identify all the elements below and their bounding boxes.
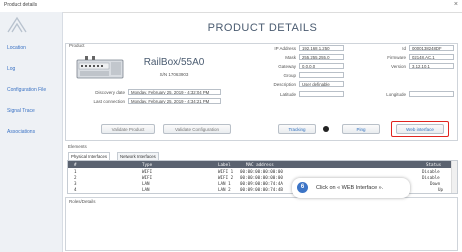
column-header: Status [426, 162, 442, 167]
table-cell: 00:00:00:00:00:00 [240, 169, 283, 174]
roles-details-group: Roles/Details [65, 197, 458, 251]
product-group: Product RailBox/55A0 S/N 17063903 Discov… [65, 43, 458, 141]
gateway-label: Gateway [278, 64, 296, 69]
mask-label: Mask [285, 55, 296, 60]
tab-physical-interfaces[interactable]: Physical Interfaces [68, 152, 111, 160]
sidebar-item-location[interactable]: Location [7, 45, 26, 51]
table-cell: 4 [74, 187, 77, 192]
product-serial: S/N 17063903 [159, 72, 189, 77]
id-label: Id [402, 46, 406, 51]
last-connection-label: Last connection [93, 99, 125, 104]
sidebar-item-associations[interactable]: Associations [7, 129, 35, 135]
table-cell: LAN [142, 187, 150, 192]
version-label: Version [390, 64, 406, 69]
group-label: Group [283, 73, 296, 78]
page-title: PRODUCT DETAILS [207, 22, 318, 34]
ip-address-field[interactable]: 192.168.1.250 [299, 45, 344, 51]
validate-configuration-button[interactable]: Validate Configuration [163, 124, 231, 134]
latitude-label: Latitude [279, 92, 296, 97]
description-label: Description [273, 82, 296, 87]
sidebar: Location Log Configuration File Signal T… [0, 12, 63, 252]
table-cell: WIFI [142, 175, 153, 180]
column-header: Type [142, 162, 153, 167]
mask-field[interactable]: 255.255.255.0 [299, 54, 344, 60]
firmware-field: 02148.AC.1 [409, 54, 454, 60]
column-header: MAC address [246, 162, 274, 167]
main-panel: PRODUCT DETAILS Product RailBox/55A0 S/N… [63, 12, 462, 252]
discovery-date-field: Monday, February 25, 2019 - 4:32:04 PM [128, 89, 221, 95]
table-cell: LAN [142, 181, 150, 186]
column-header: # [74, 162, 77, 167]
product-name: RailBox/55A0 [143, 57, 205, 68]
device-image-icon [76, 56, 124, 79]
app-logo-icon [7, 16, 27, 33]
latitude-field[interactable] [299, 91, 344, 97]
discovery-date-label: Discovery date [95, 90, 125, 95]
web-interface-highlight [391, 121, 449, 137]
table-cell: Disable [422, 175, 440, 180]
table-cell: WIFI 2 [218, 175, 234, 180]
validate-product-button[interactable]: Validate Product [101, 124, 155, 134]
longitude-label: Longitude [386, 92, 406, 97]
ping-button[interactable]: Ping [342, 124, 380, 134]
sidebar-item-configuration-file[interactable]: Configuration File [7, 87, 46, 93]
table-cell: 1 [74, 169, 77, 174]
tracking-status-indicator [323, 126, 329, 132]
column-header: Label [218, 162, 231, 167]
ip-address-label: IP Address [274, 46, 296, 51]
sidebar-item-signal-trace[interactable]: Signal Trace [7, 108, 35, 114]
step-number-badge: 6 [297, 182, 308, 193]
table-cell: 00:09:00:00:74:4B [240, 187, 283, 192]
table-cell: 2 [74, 175, 77, 180]
close-icon[interactable]: × [454, 1, 458, 8]
longitude-field[interactable] [409, 91, 454, 97]
table-cell: LAN 1 [218, 181, 231, 186]
table-cell: 00:09:00:00:74:4A [240, 181, 283, 186]
window-title: Product details [4, 2, 38, 8]
tab-network-interfaces[interactable]: Network Interfaces [117, 152, 159, 160]
group-field[interactable] [299, 72, 344, 78]
sidebar-item-log[interactable]: Log [7, 66, 15, 72]
firmware-label: Firmware [387, 55, 406, 60]
tracking-button[interactable]: Tracking [278, 124, 316, 134]
product-group-label: Product [69, 43, 85, 48]
table-cell: WIFI [142, 169, 153, 174]
table-cell: LAN 2 [218, 187, 231, 192]
elements-tabs: Physical Interfaces Network Interfaces [68, 152, 268, 160]
last-connection-field: Monday, February 25, 2019 - 4:34:21 PM [128, 98, 221, 104]
description-field[interactable]: User definable [299, 81, 344, 87]
version-field: 3.12.10.1 [409, 63, 454, 69]
callout-text: Click on « WEB Interface ». [316, 185, 384, 191]
instruction-callout: 6 Click on « WEB Interface ». [292, 178, 410, 198]
table-cell: Disable [422, 169, 440, 174]
gateway-field[interactable]: 0.0.0.0 [299, 63, 344, 69]
table-cell: 3 [74, 181, 77, 186]
id-field: 0000138248DF [409, 45, 454, 51]
roles-details-label: Roles/Details [69, 199, 96, 204]
table-cell: Up [438, 187, 444, 192]
table-scrollbar[interactable] [451, 161, 457, 193]
table-cell: WIFI 1 [218, 169, 234, 174]
table-cell: Down [430, 181, 441, 186]
table-cell: 00:00:00:00:00:00 [240, 175, 283, 180]
elements-group-label: Elements [68, 144, 87, 149]
